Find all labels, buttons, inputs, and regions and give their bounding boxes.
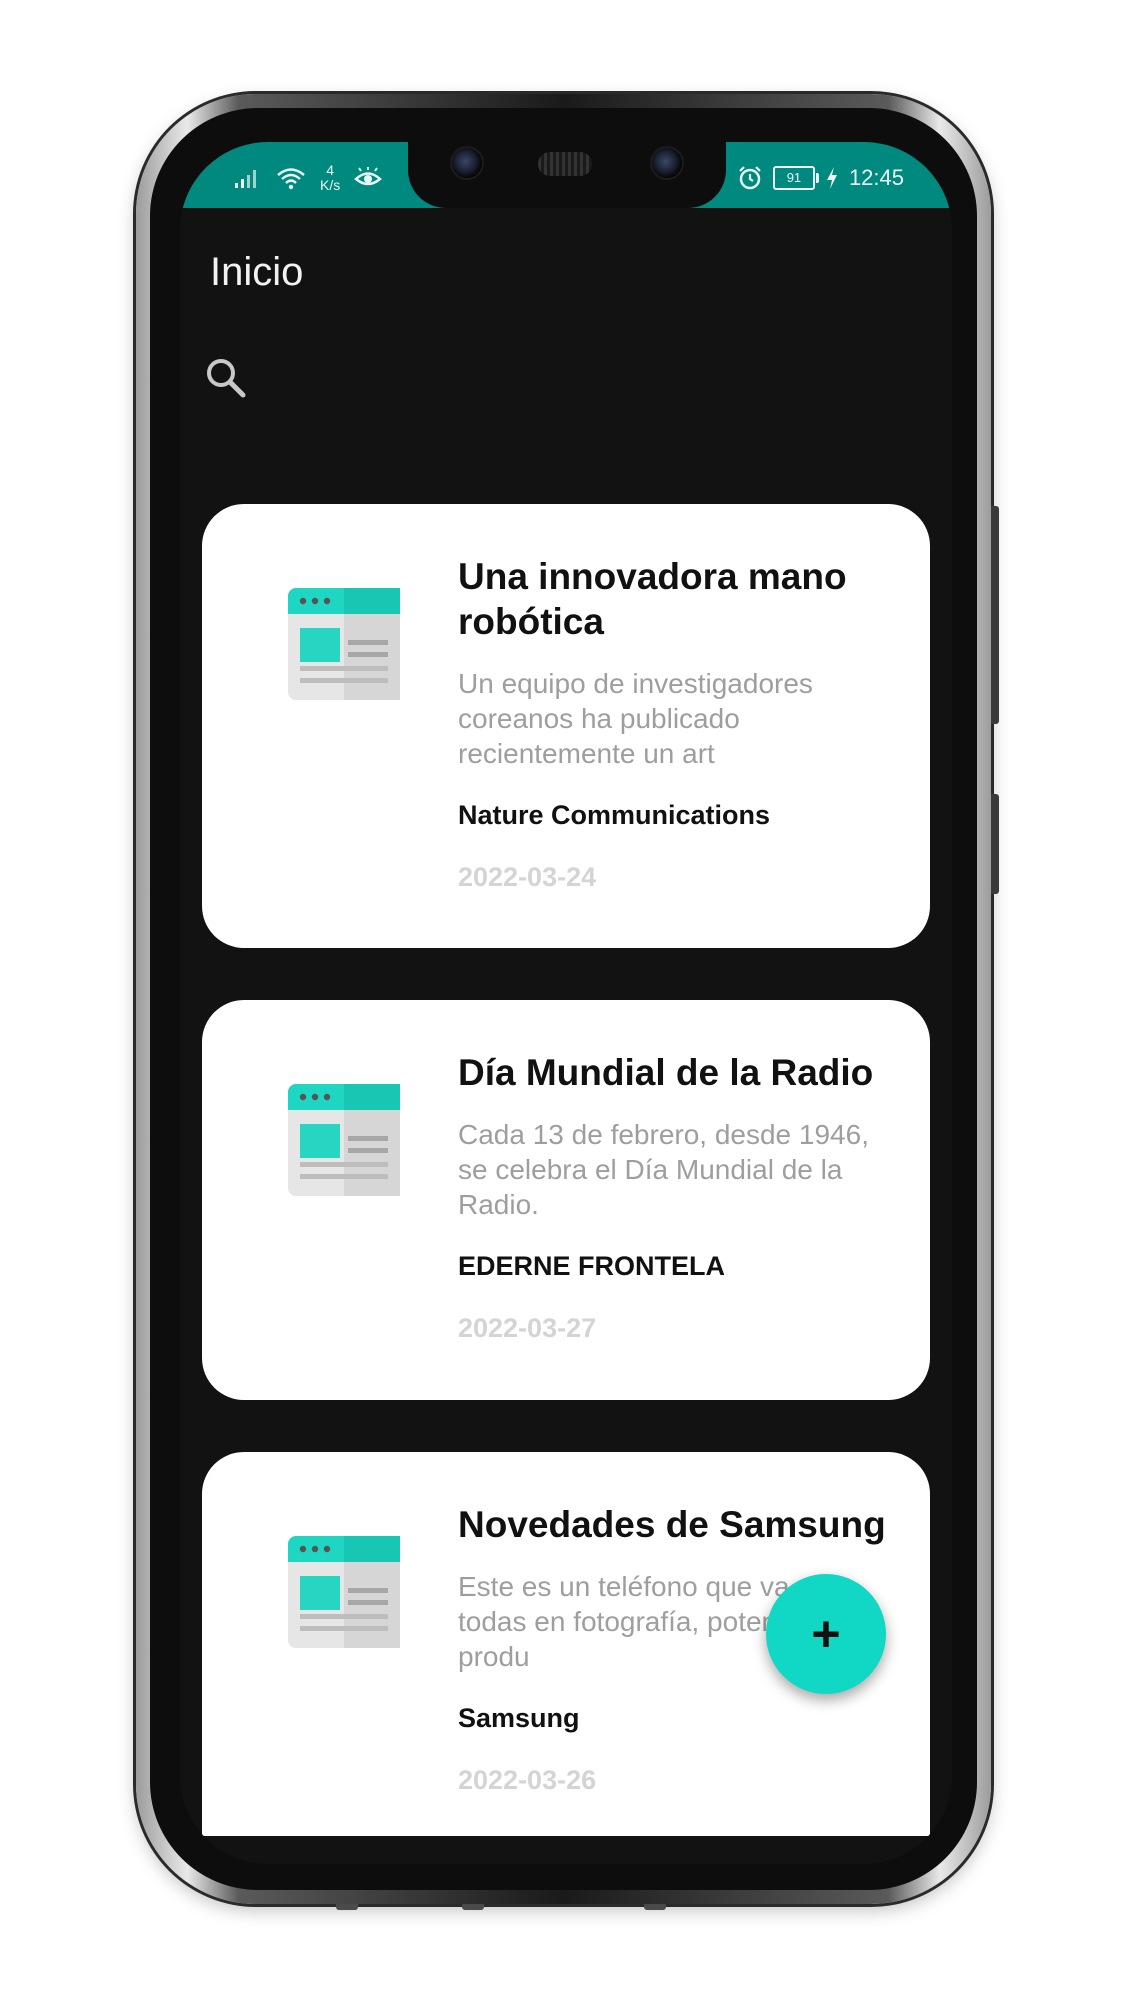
article-text: Día Mundial de la Radio Cada 13 de febre…	[458, 1050, 898, 1344]
camera-notch	[408, 142, 726, 208]
power-button	[991, 794, 999, 894]
search-icon[interactable]	[204, 356, 248, 400]
network-speed-unit: K/s	[320, 177, 341, 193]
article-summary: Un equipo de investigadores coreanos ha …	[458, 668, 813, 769]
article-thumbnail-icon	[288, 1536, 400, 1648]
camera-lens	[450, 146, 484, 180]
volume-button	[991, 506, 999, 724]
status-right-group: 91 12:45	[737, 160, 904, 196]
wifi-icon	[277, 168, 305, 190]
camera-lens	[650, 146, 684, 180]
article-date: 2022-03-24	[458, 862, 597, 892]
charging-icon	[826, 167, 837, 189]
article-author: EDERNE FRONTELA	[458, 1251, 726, 1281]
page-title: Inicio	[210, 250, 304, 294]
article-author: Samsung	[458, 1703, 580, 1733]
battery-icon: 91	[772, 166, 819, 190]
bottom-detail	[644, 1904, 666, 1910]
battery-level: 91	[786, 170, 802, 185]
eye-icon	[354, 167, 383, 186]
article-card[interactable]: Una innovadora mano robótica Un equipo d…	[202, 504, 930, 948]
network-speed-value: 4	[326, 162, 335, 178]
network-speed: 4 K/s	[320, 163, 340, 193]
device-mockup: 4 K/s 91 12:45 Inicio Una innovadora man…	[0, 0, 1126, 1996]
article-date: 2022-03-27	[458, 1313, 597, 1343]
add-article-button[interactable]: +	[766, 1574, 886, 1694]
article-thumbnail-icon	[288, 588, 400, 700]
article-author: Nature Communications	[458, 800, 771, 830]
article-date: 2022-03-26	[458, 1765, 597, 1795]
article-title: Novedades de Samsung	[458, 1504, 886, 1545]
alarm-icon	[739, 166, 761, 190]
article-title: Una innovadora mano robótica	[458, 556, 847, 642]
plus-icon: +	[811, 1606, 841, 1662]
status-bar: 4 K/s 91 12:45	[180, 142, 952, 208]
article-text: Una innovadora mano robótica Un equipo d…	[458, 554, 898, 893]
bottom-detail	[462, 1904, 484, 1910]
article-title: Día Mundial de la Radio	[458, 1052, 874, 1093]
app-screen: 4 K/s 91 12:45 Inicio Una innovadora man…	[180, 142, 952, 1864]
article-summary: Cada 13 de febrero, desde 1946, se celeb…	[458, 1119, 869, 1220]
earpiece-speaker	[538, 152, 592, 176]
article-thumbnail-icon	[288, 1084, 400, 1196]
bottom-detail	[336, 1904, 358, 1910]
status-left-group: 4 K/s	[234, 160, 383, 196]
status-time: 12:45	[848, 165, 904, 190]
signal-icon	[235, 170, 256, 188]
article-card[interactable]: Día Mundial de la Radio Cada 13 de febre…	[202, 1000, 930, 1400]
